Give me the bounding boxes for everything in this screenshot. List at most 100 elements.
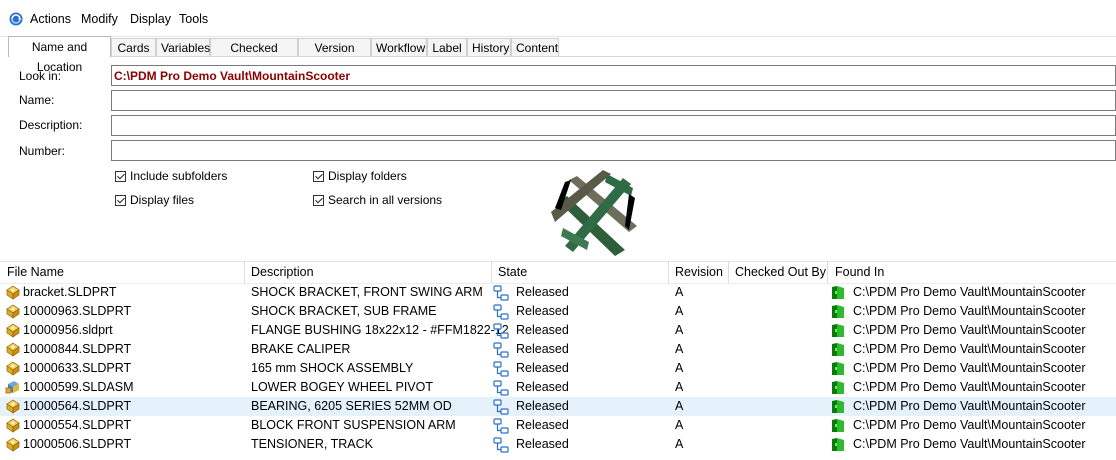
column-revision[interactable]: Revision bbox=[675, 265, 723, 279]
column-checked-out-by[interactable]: Checked Out By bbox=[735, 265, 826, 279]
table-row[interactable]: 10000564.SLDPRT BEARING, 6205 SERIES 52MM… bbox=[0, 397, 1116, 416]
menu-modify[interactable]: Modify bbox=[81, 12, 118, 26]
table-row[interactable]: 10000844.SLDPRT BRAKE CALIPER Released A C:\… bbox=[0, 340, 1116, 359]
number-field[interactable] bbox=[111, 140, 1116, 161]
vault-folder-icon bbox=[832, 343, 844, 356]
part-file-icon bbox=[6, 342, 20, 357]
revision-cell: A bbox=[675, 437, 684, 451]
table-row[interactable]: 10000963.SLDPRT SHOCK BRACKET, SUB FRAME R… bbox=[0, 302, 1116, 321]
revision-cell: A bbox=[675, 304, 684, 318]
include-subfolders-label: Include subfolders bbox=[130, 169, 228, 183]
vault-folder-icon bbox=[832, 362, 844, 375]
file-name-cell: 10000844.SLDPRT bbox=[23, 342, 132, 356]
name-field[interactable] bbox=[111, 90, 1116, 111]
table-row[interactable]: 10000599.SLDASM LOWER BOGEY WHEEL PIVOT Re… bbox=[0, 378, 1116, 397]
vault-folder-icon bbox=[832, 305, 844, 318]
column-divider[interactable] bbox=[827, 262, 828, 283]
found-in-cell: C:\PDM Pro Demo Vault\MountainScooter bbox=[853, 361, 1086, 375]
display-files-label: Display files bbox=[130, 193, 195, 207]
table-row[interactable]: 10000956.sldprt FLANGE BUSHING 18x22x12 -… bbox=[0, 321, 1116, 340]
results-header: File Name Description State Revision Che… bbox=[0, 261, 1116, 284]
display-folders-label: Display folders bbox=[328, 169, 407, 183]
found-in-cell: C:\PDM Pro Demo Vault\MountainScooter bbox=[853, 304, 1086, 318]
column-divider[interactable] bbox=[728, 262, 729, 283]
revision-cell: A bbox=[675, 361, 684, 375]
menu-tools[interactable]: Tools bbox=[179, 12, 208, 26]
state-cell: Released bbox=[516, 418, 569, 432]
tab-version-data[interactable]: Version Data bbox=[298, 38, 371, 73]
search-all-versions-checkbox[interactable] bbox=[313, 194, 324, 206]
file-name-cell: bracket.SLDPRT bbox=[23, 285, 117, 299]
display-files-checkbox[interactable] bbox=[115, 194, 126, 206]
state-cell: Released bbox=[516, 323, 569, 337]
description-cell: BLOCK FRONT SUSPENSION ARM bbox=[251, 418, 456, 432]
tab-workflow[interactable]: Workflow bbox=[371, 38, 427, 56]
file-name-cell: 10000599.SLDASM bbox=[23, 380, 134, 394]
file-name-cell: 10000633.SLDPRT bbox=[23, 361, 132, 375]
part-file-icon bbox=[6, 285, 20, 300]
tab-history[interactable]: History bbox=[467, 38, 511, 56]
tab-variables[interactable]: Variables bbox=[156, 38, 210, 56]
state-cell: Released bbox=[516, 380, 569, 394]
workflow-state-icon bbox=[493, 380, 509, 396]
description-label: Description: bbox=[19, 118, 83, 132]
tab-checked-in-out[interactable]: Checked in/out bbox=[210, 38, 298, 73]
column-divider[interactable] bbox=[668, 262, 669, 283]
workflow-state-icon bbox=[493, 304, 509, 320]
vault-folder-icon bbox=[832, 381, 844, 394]
workflow-state-icon bbox=[493, 418, 509, 434]
revision-cell: A bbox=[675, 342, 684, 356]
menu-actions[interactable]: Actions bbox=[30, 12, 71, 26]
revision-cell: A bbox=[675, 323, 684, 337]
state-cell: Released bbox=[516, 437, 569, 451]
assembly-file-icon bbox=[5, 381, 19, 394]
tab-content[interactable]: Content bbox=[511, 38, 559, 56]
table-row[interactable]: 10000554.SLDPRT BLOCK FRONT SUSPENSION AR… bbox=[0, 416, 1116, 435]
workflow-state-icon bbox=[493, 342, 509, 358]
vault-folder-icon bbox=[832, 419, 844, 432]
description-field[interactable] bbox=[111, 115, 1116, 136]
include-subfolders-checkbox[interactable] bbox=[115, 170, 126, 182]
column-divider[interactable] bbox=[491, 262, 492, 283]
search-app-icon[interactable] bbox=[8, 11, 24, 27]
tab-cards[interactable]: Cards bbox=[111, 38, 156, 56]
column-state[interactable]: State bbox=[498, 265, 527, 279]
pdm-logo-icon bbox=[551, 170, 637, 256]
state-cell: Released bbox=[516, 304, 569, 318]
found-in-cell: C:\PDM Pro Demo Vault\MountainScooter bbox=[853, 380, 1086, 394]
file-name-cell: 10000506.SLDPRT bbox=[23, 437, 132, 451]
part-file-icon bbox=[6, 304, 20, 319]
table-row[interactable]: bracket.SLDPRT SHOCK BRACKET, FRONT SWING… bbox=[0, 283, 1116, 302]
column-divider[interactable] bbox=[244, 262, 245, 283]
found-in-cell: C:\PDM Pro Demo Vault\MountainScooter bbox=[853, 399, 1086, 413]
tab-label[interactable]: Label bbox=[427, 38, 467, 56]
file-name-cell: 10000963.SLDPRT bbox=[23, 304, 132, 318]
include-subfolders-option[interactable]: Include subfolders bbox=[115, 169, 227, 183]
menu-display[interactable]: Display bbox=[130, 12, 171, 26]
display-folders-option[interactable]: Display folders bbox=[313, 169, 407, 183]
revision-cell: A bbox=[675, 418, 684, 432]
results-list: bracket.SLDPRT SHOCK BRACKET, FRONT SWING… bbox=[0, 283, 1116, 460]
description-cell: BRAKE CALIPER bbox=[251, 342, 351, 356]
vault-folder-icon bbox=[832, 438, 844, 451]
found-in-cell: C:\PDM Pro Demo Vault\MountainScooter bbox=[853, 285, 1086, 299]
display-files-option[interactable]: Display files bbox=[115, 193, 194, 207]
file-name-cell: 10000956.sldprt bbox=[23, 323, 113, 337]
workflow-state-icon bbox=[493, 323, 509, 339]
revision-cell: A bbox=[675, 380, 684, 394]
name-label: Name: bbox=[19, 93, 55, 107]
description-cell: BEARING, 6205 SERIES 52MM OD bbox=[251, 399, 452, 413]
look-in-field[interactable] bbox=[111, 65, 1116, 86]
state-cell: Released bbox=[516, 399, 569, 413]
state-cell: Released bbox=[516, 361, 569, 375]
table-row[interactable]: 10000633.SLDPRT 165 mm SHOCK ASSEMBLY Rele… bbox=[0, 359, 1116, 378]
description-cell: FLANGE BUSHING 18x22x12 - #FFM1822-12 bbox=[251, 323, 509, 337]
column-found-in[interactable]: Found In bbox=[835, 265, 884, 279]
tab-name-and-location[interactable]: Name and Location bbox=[8, 36, 111, 74]
description-cell: 165 mm SHOCK ASSEMBLY bbox=[251, 361, 414, 375]
column-file-name[interactable]: File Name bbox=[7, 265, 64, 279]
display-folders-checkbox[interactable] bbox=[313, 170, 324, 182]
search-all-versions-option[interactable]: Search in all versions bbox=[313, 193, 442, 207]
table-row[interactable]: 10000506.SLDPRT TENSIONER, TRACK Released A… bbox=[0, 435, 1116, 454]
column-description[interactable]: Description bbox=[251, 265, 314, 279]
